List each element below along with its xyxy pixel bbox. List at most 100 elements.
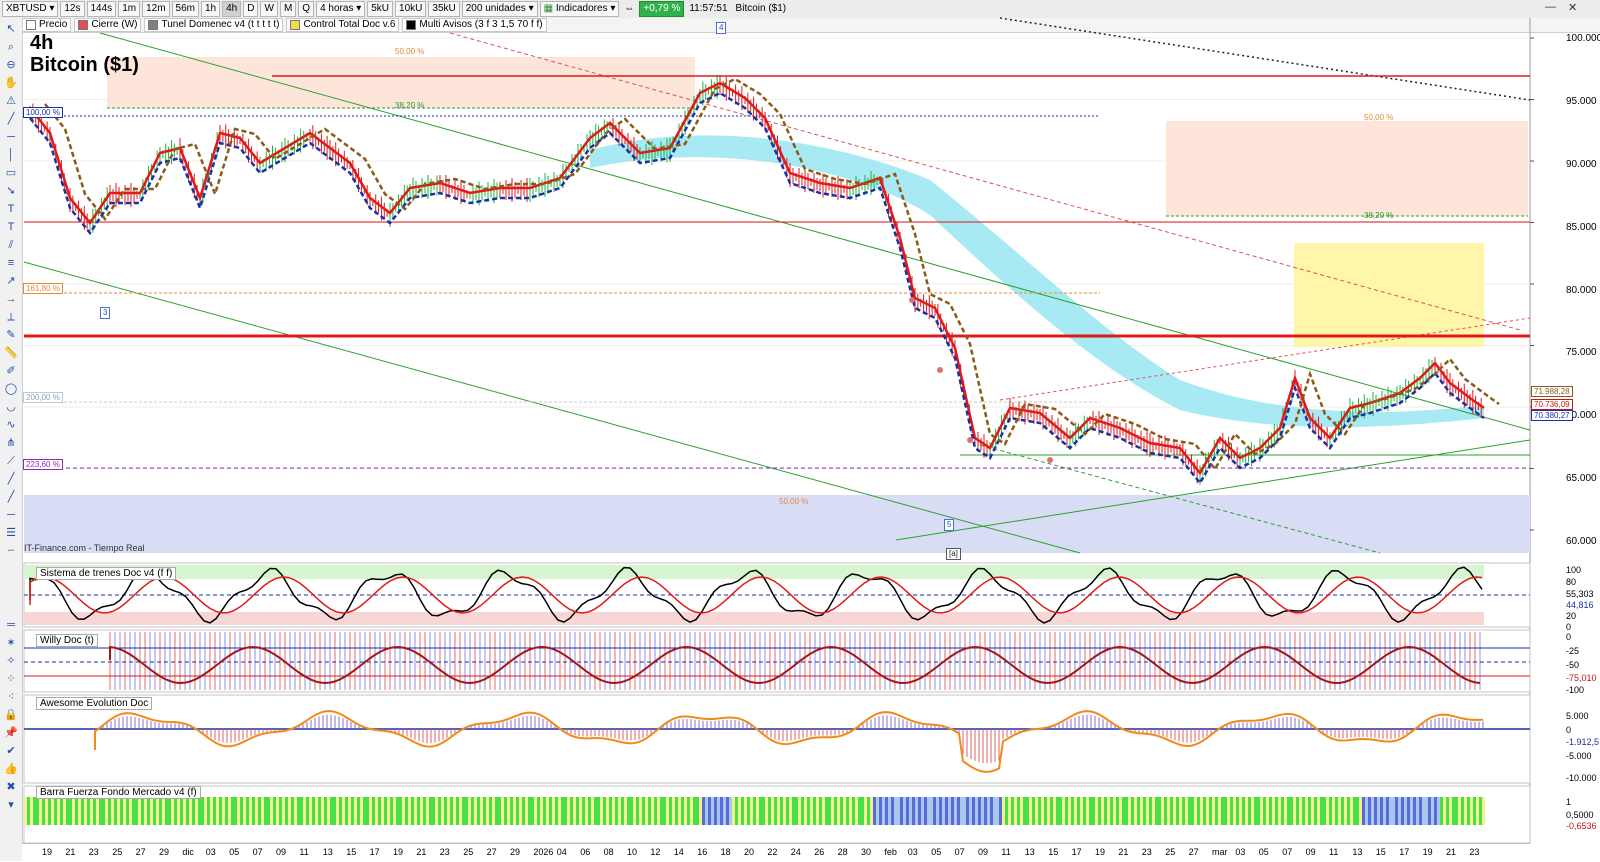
- barra-bar: [78, 797, 81, 825]
- panel-title-willy[interactable]: Willy Doc (t): [36, 634, 98, 647]
- date-label: 17: [1399, 847, 1410, 857]
- barra-bar: [906, 797, 909, 825]
- barra-bar: [1101, 797, 1104, 825]
- wave-label-4[interactable]: 4: [716, 22, 727, 34]
- panel-title-barra[interactable]: Barra Fuerza Fondo Mercado v4 (f): [36, 786, 201, 799]
- barra-bar: [555, 797, 558, 825]
- barra-bar: [1401, 797, 1404, 825]
- barra-bar: [642, 797, 645, 825]
- barra-bar: [885, 797, 888, 825]
- barra-bar: [840, 797, 843, 825]
- barra-bar: [1008, 797, 1011, 825]
- price-axis-label: 90.000: [1566, 159, 1597, 170]
- barra-bar: [690, 797, 693, 825]
- barra-bar: [111, 797, 114, 825]
- wave-label-5[interactable]: 5: [944, 519, 955, 531]
- fib-label-100: 100,00 %: [23, 107, 63, 118]
- panel-axis-label: 55,303: [1566, 589, 1594, 599]
- barra-bar: [933, 797, 936, 825]
- barra-bar: [156, 797, 159, 825]
- barra-bar: [1251, 797, 1254, 825]
- barra-bar: [1215, 797, 1218, 825]
- barra-bar: [1176, 797, 1179, 825]
- barra-bar: [741, 797, 744, 825]
- date-label: 19: [42, 847, 53, 857]
- wave-label-3[interactable]: 3: [100, 307, 111, 319]
- barra-bar: [210, 797, 213, 825]
- barra-bar: [1287, 797, 1290, 825]
- panel-title-awesome[interactable]: Awesome Evolution Doc: [36, 697, 153, 710]
- price-tag-red: 70.736,09: [1531, 399, 1573, 410]
- barra-bar: [1257, 797, 1260, 825]
- barra-bar: [444, 797, 447, 825]
- barra-bar: [117, 797, 120, 825]
- barra-bar: [849, 797, 852, 825]
- barra-bar: [1071, 797, 1074, 825]
- date-label: 05: [229, 847, 240, 857]
- barra-bar: [150, 797, 153, 825]
- barra-bar: [1314, 797, 1317, 825]
- barra-bar: [1302, 797, 1305, 825]
- fib-label-2236: 223,60 %: [23, 459, 63, 470]
- barra-bar: [945, 797, 948, 825]
- barra-bar: [864, 797, 867, 825]
- wave-label-a[interactable]: [a]: [946, 548, 961, 560]
- panel-axis-label: -5.000: [1566, 751, 1592, 761]
- barra-bar: [1053, 797, 1056, 825]
- barra-bar: [1050, 797, 1053, 825]
- barra-bar: [1113, 797, 1116, 825]
- barra-bar: [699, 797, 702, 825]
- barra-bar: [828, 797, 831, 825]
- barra-bar: [1203, 797, 1206, 825]
- barra-bar: [705, 797, 708, 825]
- chart-canvas[interactable]: [0, 0, 1600, 861]
- barra-bar: [60, 797, 63, 825]
- barra-bar: [234, 797, 237, 825]
- barra-bar: [162, 797, 165, 825]
- date-label: 03: [907, 847, 918, 857]
- date-label: 21: [1118, 847, 1129, 857]
- barra-bar: [1326, 797, 1329, 825]
- barra-bar: [540, 797, 543, 825]
- barra-bar: [384, 797, 387, 825]
- panel-title-trenes[interactable]: Sistema de trenes Doc v4 (f f): [36, 567, 177, 580]
- barra-bar: [639, 797, 642, 825]
- barra-bar: [894, 797, 897, 825]
- barra-bar: [852, 797, 855, 825]
- date-label: 22: [767, 847, 778, 857]
- barra-bar: [723, 797, 726, 825]
- barra-bar: [1194, 797, 1197, 825]
- barra-bar: [1254, 797, 1257, 825]
- barra-bar: [672, 797, 675, 825]
- barra-bar: [249, 797, 252, 825]
- barra-bar: [924, 797, 927, 825]
- barra-bar: [1158, 797, 1161, 825]
- barra-bar: [261, 797, 264, 825]
- barra-bar: [915, 797, 918, 825]
- date-label: 19: [1422, 847, 1433, 857]
- panel-axis-label: -100: [1566, 685, 1585, 695]
- barra-bar: [834, 797, 837, 825]
- barra-bar: [129, 797, 132, 825]
- barra-bar: [1164, 797, 1167, 825]
- barra-bar: [1119, 797, 1122, 825]
- barra-bar: [1311, 797, 1314, 825]
- barra-bar: [1350, 797, 1353, 825]
- barra-bar: [462, 797, 465, 825]
- barra-bar: [75, 797, 78, 825]
- barra-bar: [1059, 797, 1062, 825]
- barra-bar: [468, 797, 471, 825]
- barra-bar: [450, 797, 453, 825]
- barra-bar: [978, 797, 981, 825]
- date-label: 06: [580, 847, 591, 857]
- barra-bar: [297, 797, 300, 825]
- barra-bar: [1155, 797, 1158, 825]
- barra-bar: [159, 797, 162, 825]
- barra-bar: [873, 797, 876, 825]
- barra-bar: [1407, 797, 1410, 825]
- barra-bar: [138, 797, 141, 825]
- barra-bar: [1089, 797, 1092, 825]
- barra-bar: [1068, 797, 1071, 825]
- barra-bar: [264, 797, 267, 825]
- barra-bar: [255, 797, 258, 825]
